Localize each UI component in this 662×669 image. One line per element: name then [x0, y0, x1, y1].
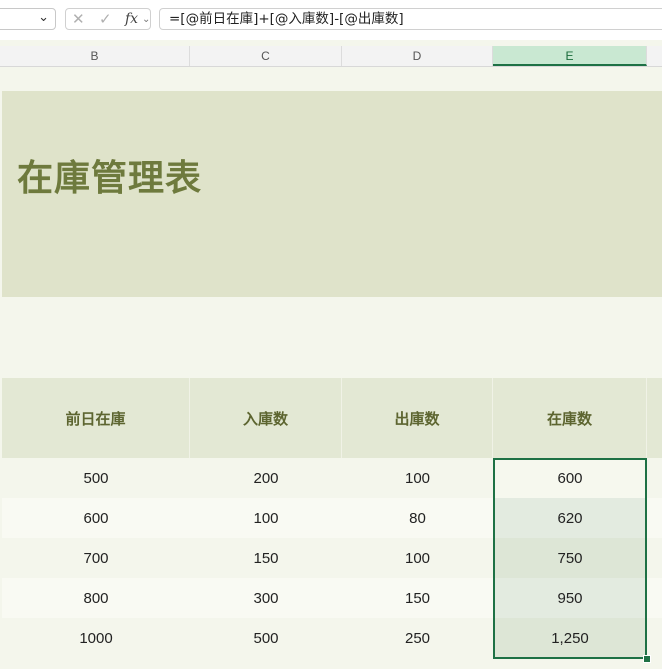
header-cell-received[interactable]: 入庫数 [190, 378, 342, 458]
table-cell[interactable]: 500 [2, 458, 190, 498]
chevron-down-icon[interactable]: ⌄ [142, 14, 150, 25]
table-cell[interactable]: 150 [342, 578, 493, 618]
column-header-c[interactable]: C [190, 46, 342, 66]
sheet-title: 在庫管理表 [17, 158, 203, 199]
enter-icon[interactable]: ✓ [99, 10, 112, 28]
column-header-d[interactable]: D [342, 46, 493, 66]
table-cell[interactable]: 600 [493, 458, 647, 498]
table-row: 600 100 80 620 [2, 498, 662, 538]
table-cell[interactable]: 250 [342, 618, 493, 658]
title-band[interactable]: 在庫管理表 [2, 91, 662, 297]
table-cell[interactable]: 750 [493, 538, 647, 578]
table-cell[interactable]: 1000 [2, 618, 190, 658]
fill-handle[interactable] [643, 655, 651, 663]
column-header-b[interactable]: B [0, 46, 190, 66]
table-cell[interactable]: 300 [190, 578, 342, 618]
table-header: 前日在庫 入庫数 出庫数 在庫数 [2, 378, 662, 458]
table-row: 1000 500 250 1,250 [2, 618, 662, 658]
formula-bar: ⌄ ✕ ✓ fx ⌄ =[@前日在庫]+[@入庫数]-[@出庫数] [0, 0, 662, 40]
header-cell-stock[interactable]: 在庫数 [493, 378, 647, 458]
table-cell[interactable]: 950 [493, 578, 647, 618]
column-header-e[interactable]: E [493, 46, 647, 66]
table-cell[interactable]: 100 [342, 538, 493, 578]
formula-input[interactable]: =[@前日在庫]+[@入庫数]-[@出庫数] [159, 8, 662, 30]
header-cell-shipped[interactable]: 出庫数 [342, 378, 493, 458]
header-cell-previous-stock[interactable]: 前日在庫 [2, 378, 190, 458]
table-cell[interactable]: 700 [2, 538, 190, 578]
table-cell[interactable]: 620 [493, 498, 647, 538]
table-cell[interactable]: 200 [190, 458, 342, 498]
name-box[interactable]: ⌄ [0, 8, 56, 30]
insert-function-icon[interactable]: fx [125, 11, 138, 27]
table-cell[interactable]: 1,250 [493, 618, 647, 658]
column-header-row: B C D E [0, 46, 662, 67]
cancel-icon[interactable]: ✕ [72, 10, 85, 28]
table-cell[interactable]: 100 [342, 458, 493, 498]
table-cell[interactable]: 600 [2, 498, 190, 538]
formula-buttons: ✕ ✓ fx ⌄ [65, 8, 151, 30]
table-row: 500 200 100 600 [2, 458, 662, 498]
table-cell[interactable]: 500 [190, 618, 342, 658]
table-cell[interactable]: 150 [190, 538, 342, 578]
table-row: 700 150 100 750 [2, 538, 662, 578]
table-cell[interactable]: 80 [342, 498, 493, 538]
chevron-down-icon[interactable]: ⌄ [38, 10, 49, 25]
table-cell[interactable]: 100 [190, 498, 342, 538]
table-cell[interactable]: 800 [2, 578, 190, 618]
table-row: 800 300 150 950 [2, 578, 662, 618]
